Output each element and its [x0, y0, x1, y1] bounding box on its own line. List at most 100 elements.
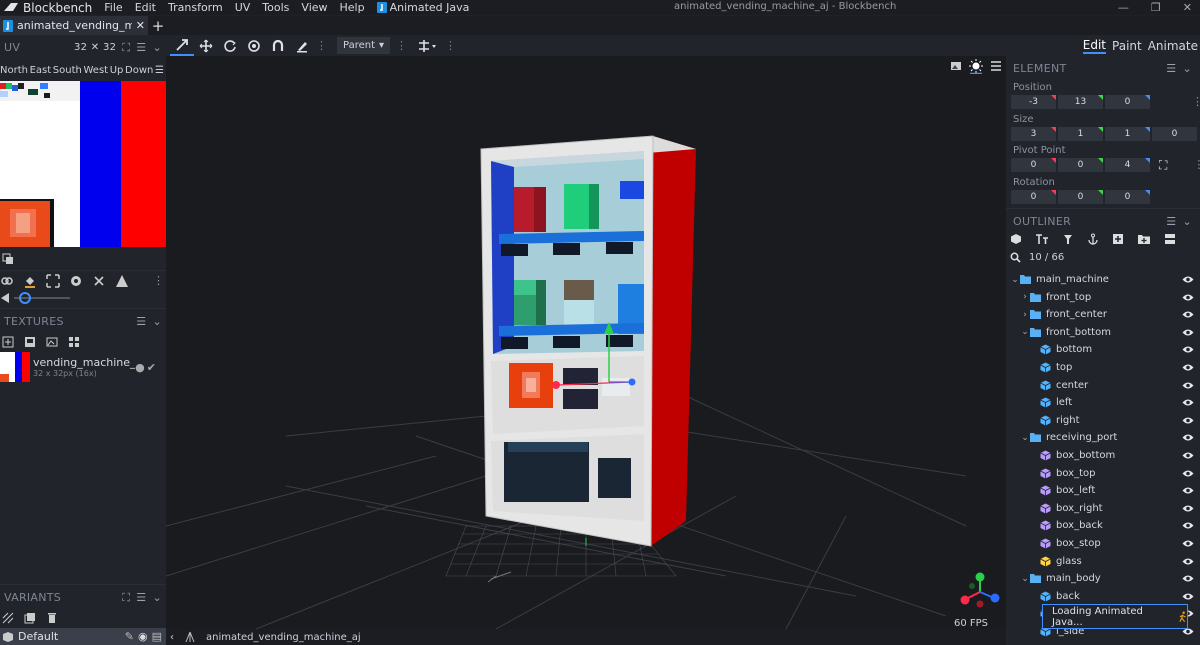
menu-uv[interactable]: UV	[229, 1, 257, 14]
outliner-cube-row[interactable]: back	[1006, 588, 1200, 605]
menu-help[interactable]: Help	[334, 1, 371, 14]
collapse-icon[interactable]: ⌄	[1182, 215, 1192, 228]
more-icon[interactable]: ⋮	[396, 39, 407, 52]
face-down[interactable]: Down	[125, 65, 153, 76]
visibility-eye-icon[interactable]	[1182, 363, 1194, 372]
center-pivot-icon[interactable]: ⛶	[1159, 158, 1167, 173]
link-icon[interactable]	[0, 274, 14, 288]
rotation-x-input[interactable]: 0	[1011, 190, 1056, 204]
menu-view[interactable]: View	[295, 1, 333, 14]
brush-tool-button[interactable]	[290, 35, 314, 56]
outliner-cube-row[interactable]: box_stop	[1006, 535, 1200, 552]
collapse-left-icon[interactable]: ‹	[170, 632, 174, 643]
mirror-tool-button[interactable]	[413, 35, 443, 56]
menu-icon[interactable]: ☰	[1166, 62, 1176, 75]
more-icon[interactable]: ⋮	[1192, 95, 1200, 109]
menu-icon[interactable]: ☰	[136, 315, 146, 328]
minimize-icon[interactable]: —	[1118, 1, 1129, 14]
paint-bucket-icon[interactable]	[23, 274, 37, 288]
uv-zoom-slider[interactable]	[0, 290, 166, 306]
add-cube-icon[interactable]	[1010, 233, 1022, 245]
mode-tab-edit[interactable]: Edit	[1082, 38, 1107, 54]
menu-tools[interactable]: Tools	[256, 1, 295, 14]
collapse-icon[interactable]: ⌄	[152, 591, 162, 604]
new-tab-button[interactable]: +	[148, 16, 168, 35]
visibility-eye-icon[interactable]	[1182, 398, 1194, 407]
visibility-eye-icon[interactable]	[1182, 486, 1194, 495]
more-icon[interactable]: ⋮	[445, 39, 456, 52]
outliner-group-row[interactable]: › front_center	[1006, 306, 1200, 323]
outliner-cube-row[interactable]: box_left	[1006, 482, 1200, 499]
chevron-down-icon[interactable]: ⌄	[1020, 327, 1030, 337]
outliner-cube-row[interactable]: top	[1006, 359, 1200, 376]
outliner-cube-row[interactable]: box_back	[1006, 517, 1200, 534]
size-y-input[interactable]: 1	[1058, 127, 1103, 141]
add-variant-icon[interactable]	[2, 612, 14, 624]
more-icon[interactable]: ⋮	[316, 39, 327, 52]
face-west[interactable]: West	[83, 65, 108, 76]
position-z-input[interactable]: 0	[1105, 95, 1150, 109]
menu-edit[interactable]: Edit	[129, 1, 162, 14]
outliner-group-row[interactable]: ⌄ main_machine	[1006, 271, 1200, 288]
add-group-icon[interactable]	[1137, 233, 1151, 245]
face-south[interactable]: South	[53, 65, 82, 76]
outliner-cube-row[interactable]: glass	[1006, 553, 1200, 570]
menu-icon[interactable]: ☰	[136, 591, 146, 604]
visibility-eye-icon[interactable]	[1182, 521, 1194, 530]
outliner-group-row[interactable]: ⌄ front_bottom	[1006, 324, 1200, 341]
pivot-y-input[interactable]: 0	[1058, 158, 1103, 172]
visibility-eye-icon[interactable]	[1182, 345, 1194, 354]
position-y-input[interactable]: 13	[1058, 95, 1103, 109]
collapse-icon[interactable]: ⌄	[152, 41, 162, 54]
visibility-eye-icon[interactable]	[1182, 504, 1194, 513]
add-anchor-icon[interactable]	[1087, 233, 1099, 245]
vertex-snap-button[interactable]	[266, 35, 290, 56]
close-tab-icon[interactable]: ✕	[136, 19, 145, 32]
project-tab[interactable]: animated_vending_machin ✕	[0, 16, 148, 35]
face-north[interactable]: North	[0, 65, 28, 76]
pivot-x-input[interactable]: 0	[1011, 158, 1056, 172]
visibility-eye-icon[interactable]	[1182, 275, 1194, 284]
lighting-icon[interactable]	[968, 58, 984, 74]
add-text-icon[interactable]	[1035, 233, 1049, 245]
transparency-icon[interactable]	[115, 274, 129, 288]
visibility-eye-icon[interactable]	[1182, 433, 1194, 442]
visibility-eye-icon[interactable]	[1182, 416, 1194, 425]
menu-icon[interactable]: ☰	[1166, 215, 1176, 228]
mode-tab-animate[interactable]: Animate	[1148, 39, 1198, 53]
rotation-y-input[interactable]: 0	[1058, 190, 1103, 204]
variant-default-row[interactable]: Default ✎ ◉ ▤	[0, 628, 166, 645]
face-up[interactable]: Up	[110, 65, 124, 76]
outliner-cube-row[interactable]: center	[1006, 377, 1200, 394]
texture-item[interactable]: vending_machine_tex 32 x 32px (16x) ● ✔	[0, 351, 166, 383]
collapse-all-icon[interactable]	[1164, 233, 1176, 245]
visibility-eye-icon[interactable]	[1182, 328, 1194, 337]
chevron-down-icon[interactable]: ⌄	[1020, 574, 1030, 584]
fullscreen-icon[interactable]: ⛶	[122, 591, 130, 605]
outliner-group-row[interactable]: ⌄ receiving_port	[1006, 429, 1200, 446]
uv-grid-size[interactable]: 32 ✕ 32	[74, 42, 116, 53]
more-icon[interactable]: ⋮	[1193, 158, 1200, 173]
inflate-input[interactable]: 0	[1152, 127, 1197, 141]
texture-particle-icon[interactable]: ●	[135, 361, 145, 374]
visibility-eye-icon[interactable]	[1182, 557, 1194, 566]
size-x-input[interactable]: 3	[1011, 127, 1056, 141]
delete-icon[interactable]: ▤	[152, 630, 162, 643]
close-icon[interactable]: ✕	[1183, 1, 1192, 14]
uv-editor-canvas[interactable]	[0, 81, 166, 247]
chevron-down-icon[interactable]: ⌄	[1020, 433, 1030, 443]
visibility-eye-icon[interactable]	[1182, 539, 1194, 548]
chevron-down-icon[interactable]: ⌄	[1010, 275, 1020, 285]
outliner-cube-row[interactable]: right	[1006, 412, 1200, 429]
add-locator-icon[interactable]	[1062, 233, 1074, 245]
pivot-tool-button[interactable]	[242, 35, 266, 56]
image-icon[interactable]	[46, 336, 58, 348]
grid-icon[interactable]	[68, 336, 80, 348]
outliner-cube-row[interactable]: left	[1006, 394, 1200, 411]
outliner-cube-row[interactable]: box_right	[1006, 500, 1200, 517]
size-z-input[interactable]: 1	[1105, 127, 1150, 141]
menu-animated-java[interactable]: Animated Java	[371, 1, 476, 14]
more-icon[interactable]: ⋮	[153, 274, 166, 287]
add-element-icon[interactable]	[1112, 233, 1124, 245]
visibility-icon[interactable]: ◉	[138, 630, 148, 643]
